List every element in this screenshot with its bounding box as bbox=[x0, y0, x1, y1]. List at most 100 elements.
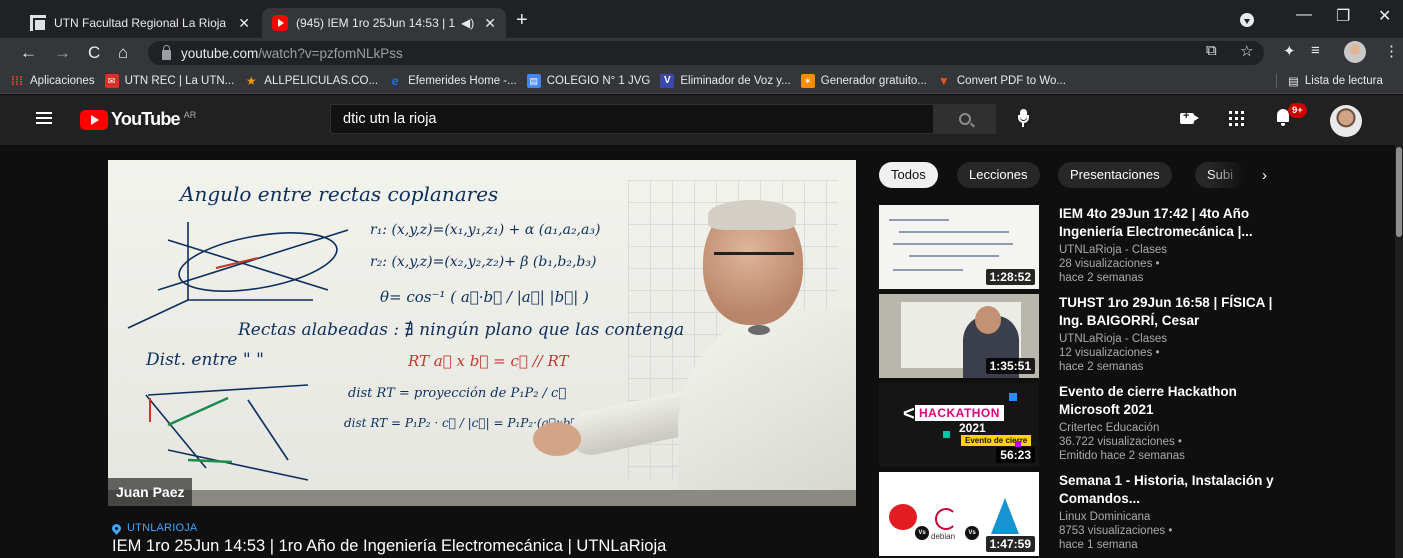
video-player[interactable]: Angulo entre rectas coplanares r₁: (x,y,… bbox=[108, 160, 856, 506]
search-icon bbox=[959, 113, 971, 125]
tab-title: (945) IEM 1ro 25Jun 14:53 | 1 bbox=[296, 16, 456, 30]
back-arrow-icon[interactable]: ← bbox=[20, 43, 37, 63]
bookmark-star-icon[interactable]: ☆ bbox=[1240, 42, 1253, 60]
bookmark-label: Generador gratuito... bbox=[820, 74, 927, 87]
tab-title: UTN Facultad Regional La Rioja bbox=[54, 16, 227, 30]
tab-youtube[interactable]: (945) IEM 1ro 25Jun 14:53 | 1 ◀) ✕ bbox=[262, 8, 506, 38]
recommendation-channel[interactable]: Linux Dominicana bbox=[1059, 510, 1150, 524]
recommendation-age: hace 2 semanas bbox=[1059, 361, 1144, 373]
recommendation-item[interactable]: 1:28:52 IEM 4to 29Jun 17:42 | 4to Año In… bbox=[879, 205, 1389, 289]
extensions-puzzle-icon[interactable]: ✦ bbox=[1283, 42, 1296, 60]
bookmark-label: Eliminador de Voz y... bbox=[680, 74, 791, 87]
bookmark-generador[interactable]: ✶ Generador gratuito... bbox=[800, 73, 927, 88]
recommendation-title[interactable]: Evento de cierre Hackathon Microsoft 202… bbox=[1059, 383, 1279, 419]
close-icon[interactable]: ✕ bbox=[484, 15, 496, 32]
lock-icon[interactable] bbox=[162, 44, 171, 60]
address-bar[interactable]: youtube.com /watch?v=pzfomNLkPss bbox=[148, 41, 1264, 65]
recommendation-views: 36.722 visualizaciones • bbox=[1059, 436, 1182, 448]
account-avatar[interactable] bbox=[1330, 105, 1362, 137]
page-scrollbar[interactable] bbox=[1395, 145, 1403, 558]
chrome-profile-avatar[interactable] bbox=[1344, 41, 1366, 63]
youtube-logo[interactable]: YouTube AR bbox=[80, 109, 196, 130]
video-duration: 1:28:52 bbox=[985, 269, 1035, 285]
youtube-play-icon bbox=[80, 109, 108, 130]
new-tab-button[interactable]: + bbox=[516, 10, 528, 30]
create-video-icon[interactable] bbox=[1180, 110, 1199, 124]
convert-icon: ▼ bbox=[937, 73, 950, 88]
recommendation-title[interactable]: TUHST 1ro 29Jun 16:58 | FÍSICA | Ing. BA… bbox=[1059, 294, 1279, 330]
restore-icon[interactable]: ❐ bbox=[1336, 6, 1350, 26]
vs-badge: Vs bbox=[965, 526, 979, 540]
location-hashtag-link[interactable]: UTNLARIOJA bbox=[110, 521, 197, 535]
video-thumbnail[interactable]: Vs debian Vs 1:47:59 bbox=[879, 472, 1039, 556]
thumbnail-caption bbox=[885, 476, 955, 498]
bookmark-utn-rec[interactable]: ✉ UTN REC | La UTN... bbox=[104, 73, 235, 88]
notification-count-badge: 9+ bbox=[1288, 103, 1307, 118]
school-icon: ▤ bbox=[526, 73, 541, 88]
browser-toolbar: ← → C ⌂ youtube.com /watch?v=pzfomNLkPss bbox=[0, 38, 1403, 68]
bookmark-convert-pdf[interactable]: ▼ Convert PDF to Wo... bbox=[937, 74, 1066, 88]
video-duration: 1:35:51 bbox=[985, 358, 1035, 374]
youtube-favicon-icon bbox=[272, 15, 288, 31]
install-app-icon[interactable]: ⧉ bbox=[1206, 42, 1217, 59]
bookmark-eliminador[interactable]: V Eliminador de Voz y... bbox=[660, 73, 791, 88]
video-thumbnail[interactable]: < HACKATHON 2021 Evento de cierre 56:23 bbox=[879, 383, 1039, 467]
reading-list-icon: ▤ bbox=[1288, 76, 1299, 88]
bookmark-allpeliculas[interactable]: ★ ALLPELICULAS.CO... bbox=[244, 74, 378, 88]
recommendation-title[interactable]: IEM 4to 29Jun 17:42 | 4to Año Ingeniería… bbox=[1059, 205, 1279, 241]
bookmark-label: Convert PDF to Wo... bbox=[956, 74, 1066, 87]
window-close-icon[interactable]: ✕ bbox=[1378, 6, 1391, 26]
recommendation-item[interactable]: 1:35:51 TUHST 1ro 29Jun 16:58 | FÍSICA |… bbox=[879, 294, 1389, 378]
bookmark-label: UTN REC | La UTN... bbox=[124, 74, 235, 87]
bookmark-label: Efemerides Home -... bbox=[408, 74, 517, 87]
close-icon[interactable]: ✕ bbox=[238, 15, 250, 32]
reading-list-label: Lista de lectura bbox=[1304, 75, 1383, 87]
hamburger-menu-icon[interactable] bbox=[36, 112, 52, 124]
tab-utn[interactable]: UTN Facultad Regional La Rioja ✕ bbox=[20, 8, 260, 38]
recommendation-channel[interactable]: UTNLaRioja - Clases bbox=[1059, 332, 1167, 346]
bookmark-colegio[interactable]: ▤ COLEGIO N° 1 JVG bbox=[526, 73, 651, 88]
minimize-icon[interactable]: — bbox=[1296, 6, 1312, 24]
recommendation-item[interactable]: < HACKATHON 2021 Evento de cierre 56:23 … bbox=[879, 383, 1389, 467]
microphone-icon[interactable] bbox=[1018, 109, 1029, 127]
star-icon: ★ bbox=[245, 73, 257, 88]
reading-list-button[interactable]: ▤ Lista de lectura bbox=[1288, 74, 1383, 88]
mail-icon: ✉ bbox=[104, 73, 119, 88]
forward-arrow-icon[interactable]: → bbox=[54, 43, 71, 63]
recommendation-title[interactable]: Semana 1 - Historia, Instalación y Coman… bbox=[1059, 472, 1279, 508]
recommendation-age: Emitido hace 2 semanas bbox=[1059, 450, 1185, 462]
home-icon[interactable]: ⌂ bbox=[118, 43, 128, 63]
reload-icon[interactable]: C bbox=[88, 43, 100, 63]
search-button[interactable] bbox=[934, 104, 996, 134]
url-host: youtube.com bbox=[181, 45, 259, 61]
location-pin-icon bbox=[110, 521, 123, 535]
youtube-masthead: YouTube AR dtic utn la rioja 9+ bbox=[0, 95, 1403, 145]
bookmarks-divider bbox=[1276, 74, 1277, 88]
recommendation-channel[interactable]: UTNLaRioja - Clases bbox=[1059, 243, 1167, 257]
apps-grid-icon[interactable] bbox=[1229, 111, 1244, 126]
efemerides-icon: e bbox=[391, 73, 399, 88]
tab-search-icon[interactable] bbox=[1240, 13, 1254, 27]
recommendation-item[interactable]: Vs debian Vs 1:47:59 Semana 1 - Historia… bbox=[879, 472, 1389, 556]
presenter-name-overlay: Juan Paez bbox=[108, 478, 193, 506]
video-thumbnail[interactable]: 1:28:52 bbox=[879, 205, 1039, 289]
youtube-wordmark: YouTube bbox=[111, 109, 181, 129]
media-control-icon[interactable]: ≡ bbox=[1311, 42, 1320, 59]
vs-badge: Vs bbox=[915, 526, 929, 540]
scrollbar-thumb[interactable] bbox=[1396, 147, 1402, 237]
v-icon: V bbox=[660, 73, 675, 88]
chip-presentaciones[interactable]: Presentaciones bbox=[1058, 162, 1172, 188]
chevron-right-icon[interactable]: › bbox=[1262, 167, 1267, 184]
chip-lecciones[interactable]: Lecciones bbox=[957, 162, 1040, 188]
chip-todos[interactable]: Todos bbox=[879, 162, 938, 188]
more-menu-icon[interactable]: ⋮ bbox=[1384, 42, 1399, 60]
country-code: AR bbox=[183, 109, 197, 120]
debian-thumb-text: debian bbox=[931, 532, 956, 541]
bookmark-aplicaciones[interactable]: ⁞⁞⁞ Aplicaciones bbox=[10, 74, 95, 88]
video-thumbnail[interactable]: 1:35:51 bbox=[879, 294, 1039, 378]
recommendation-channel[interactable]: Critertec Educación bbox=[1059, 421, 1159, 435]
speaker-icon[interactable]: ◀) bbox=[461, 16, 474, 30]
search-input[interactable]: dtic utn la rioja bbox=[330, 104, 934, 134]
bookmark-label: COLEGIO N° 1 JVG bbox=[546, 74, 651, 87]
bookmark-efemerides[interactable]: e Efemerides Home -... bbox=[388, 74, 517, 88]
